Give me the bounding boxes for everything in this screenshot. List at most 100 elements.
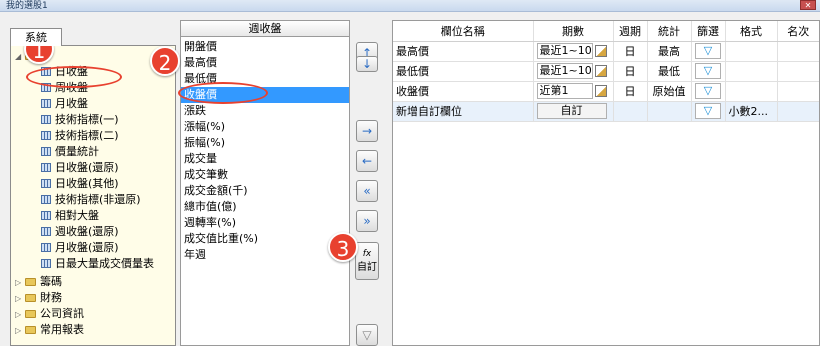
move-down-button[interactable]: ↓ <box>356 56 378 72</box>
remove-all-button[interactable]: « <box>356 180 378 202</box>
rank-cell[interactable] <box>777 81 819 102</box>
filter-icon[interactable]: ▽ <box>695 103 721 119</box>
period-input[interactable]: 最近1~10 <box>536 43 593 59</box>
list-item[interactable]: 成交量 <box>181 151 349 167</box>
format-cell[interactable] <box>725 81 778 102</box>
filter-cell: ▽ <box>691 41 726 62</box>
tab-system[interactable]: 系統 <box>10 28 62 46</box>
rank-cell[interactable] <box>777 41 819 62</box>
period-cell: 最近1~10 <box>533 41 614 62</box>
category-tree: ◢ 日收盤 周收盤 月收盤 技術指標(一) 技術指標(二) 價量統計 日收盤(還… <box>10 45 176 346</box>
tree-folder[interactable]: ▷ 常用報表 <box>15 322 84 338</box>
folder-icon <box>25 326 36 334</box>
column-header[interactable]: 週期 <box>613 21 648 42</box>
cycle-cell[interactable]: 日 <box>613 61 648 82</box>
remove-field-button[interactable]: ← <box>356 150 378 172</box>
expand-arrow-icon[interactable]: ▷ <box>15 291 23 307</box>
period-input[interactable]: 最近1~10 <box>536 63 593 79</box>
list-item[interactable]: 成交值比重(%) <box>181 231 349 247</box>
list-item[interactable]: 漲幅(%) <box>181 119 349 135</box>
tree-folder[interactable]: ▷ 籌碼 <box>15 274 62 290</box>
column-header[interactable]: 篩選 <box>691 21 726 42</box>
add-all-button[interactable]: » <box>356 210 378 232</box>
list-item[interactable]: 成交筆數 <box>181 167 349 183</box>
stat-cell[interactable]: 最高 <box>647 41 692 62</box>
tree-item[interactable]: 技術指標(二) <box>41 128 119 144</box>
edit-icon[interactable] <box>594 85 607 97</box>
list-item[interactable]: 週轉率(%) <box>181 215 349 231</box>
add-field-button[interactable]: → <box>356 120 378 142</box>
format-cell[interactable] <box>725 41 778 62</box>
table-row[interactable]: 收盤價 近第1 日 原始值 ▽ <box>393 81 819 102</box>
list-item[interactable]: 振幅(%) <box>181 135 349 151</box>
expand-arrow-icon[interactable]: ▷ <box>15 307 23 323</box>
table-icon <box>41 131 51 140</box>
collapse-arrow-icon[interactable]: ◢ <box>15 49 23 65</box>
step-badge-3: 3 <box>328 232 358 262</box>
tree-item[interactable]: 週收盤(還原) <box>41 224 119 240</box>
tree-folder[interactable]: ▷ 財務 <box>15 290 62 306</box>
custom-field-button[interactable]: fx 自訂 <box>355 242 379 280</box>
filter-button[interactable]: ▽ <box>356 324 378 346</box>
column-header[interactable]: 欄位名稱 <box>393 21 534 42</box>
tree-folder-label: 財務 <box>40 291 62 304</box>
column-header[interactable]: 期數 <box>533 21 614 42</box>
tree-item[interactable]: 相對大盤 <box>41 208 99 224</box>
period-cell: 近第1 <box>533 81 614 102</box>
edit-icon[interactable] <box>594 65 607 77</box>
tree-item[interactable]: 日收盤(還原) <box>41 160 119 176</box>
filter-icon[interactable]: ▽ <box>695 63 721 79</box>
rank-cell[interactable] <box>777 101 819 122</box>
list-item[interactable]: 開盤價 <box>181 39 349 55</box>
column-header[interactable]: 名次 <box>777 21 819 42</box>
title-bar: 我的選股1 ✕ <box>0 0 820 12</box>
table-icon <box>41 259 51 268</box>
stat-cell[interactable]: 最低 <box>647 61 692 82</box>
tree-item[interactable]: 月收盤(還原) <box>41 240 119 256</box>
list-item[interactable]: 年週 <box>181 247 349 263</box>
main-area: 系統 ◢ 日收盤 周收盤 月收盤 技術指標(一) 技術指標(二) 價量統計 日收… <box>0 12 820 346</box>
custom-button[interactable]: 自訂 <box>536 103 607 119</box>
selected-fields-grid: 欄位名稱 期數 週期 統計 篩選 格式 名次 最高價 最近1~10 日 最高 ▽… <box>392 20 820 346</box>
tree-item[interactable]: 價量統計 <box>41 144 99 160</box>
tree-item[interactable]: 日最大量成交價量表 <box>41 256 154 272</box>
period-cell: 最近1~10 <box>533 61 614 82</box>
table-icon <box>41 179 51 188</box>
format-cell[interactable]: 小數2... <box>725 101 778 122</box>
expand-arrow-icon[interactable]: ▷ <box>15 275 23 291</box>
format-cell[interactable] <box>725 61 778 82</box>
table-icon <box>41 147 51 156</box>
column-header[interactable]: 格式 <box>725 21 778 42</box>
list-item[interactable]: 最高價 <box>181 55 349 71</box>
filter-icon[interactable]: ▽ <box>695 43 721 59</box>
tree-item[interactable]: 月收盤 <box>41 96 88 112</box>
tree-item-label: 月收盤 <box>55 97 88 110</box>
tree-item[interactable]: 日收盤(其他) <box>41 176 119 192</box>
custom-field-label: 自訂 <box>357 262 377 273</box>
highlight-ring <box>178 82 268 104</box>
edit-icon[interactable] <box>594 45 607 57</box>
custom-cell: 自訂 <box>533 101 614 122</box>
tree-item[interactable]: 技術指標(非還原) <box>41 192 141 208</box>
cycle-cell <box>613 101 648 122</box>
period-input[interactable]: 近第1 <box>536 83 593 99</box>
field-name-cell: 最高價 <box>393 41 534 62</box>
tree-folder[interactable]: ▷ 公司資訊 <box>15 306 84 322</box>
tree-item[interactable]: 技術指標(一) <box>41 112 119 128</box>
filter-cell: ▽ <box>691 101 726 122</box>
list-item[interactable]: 總市值(億) <box>181 199 349 215</box>
list-item[interactable]: 漲跌 <box>181 103 349 119</box>
rank-cell[interactable] <box>777 61 819 82</box>
new-custom-row[interactable]: 新增自訂欄位 自訂 ▽ 小數2... <box>393 101 819 122</box>
close-button[interactable]: ✕ <box>800 0 816 10</box>
cycle-cell[interactable]: 日 <box>613 41 648 62</box>
list-item[interactable]: 成交金額(千) <box>181 183 349 199</box>
stat-cell[interactable]: 原始值 <box>647 81 692 102</box>
column-header[interactable]: 統計 <box>647 21 692 42</box>
cycle-cell[interactable]: 日 <box>613 81 648 102</box>
expand-arrow-icon[interactable]: ▷ <box>15 323 23 339</box>
table-row[interactable]: 最高價 最近1~10 日 最高 ▽ <box>393 41 819 62</box>
filter-icon[interactable]: ▽ <box>695 83 721 99</box>
table-row[interactable]: 最低價 最近1~10 日 最低 ▽ <box>393 61 819 82</box>
field-list-header: 週收盤 <box>180 20 350 37</box>
